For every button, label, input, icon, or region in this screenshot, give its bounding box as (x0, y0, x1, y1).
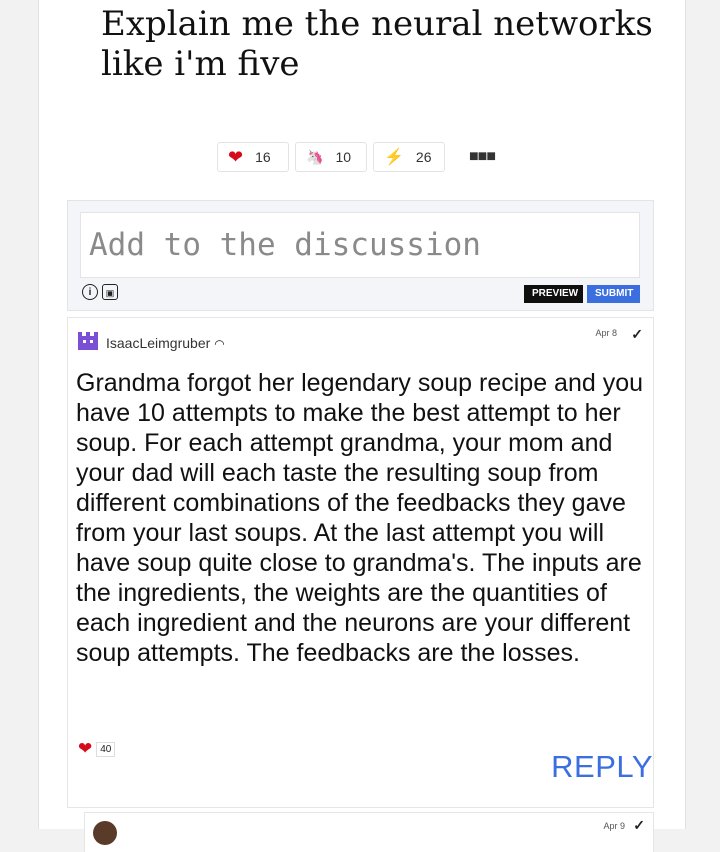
chevron-down-icon[interactable]: ✓ (633, 817, 645, 834)
heart-icon: ❤ (78, 739, 93, 758)
reply-button[interactable]: REPLY (551, 749, 653, 785)
preview-button[interactable]: PREVIEW (524, 285, 583, 303)
comment-date: Apr 9 (603, 821, 625, 831)
submit-button[interactable]: SUBMIT (587, 285, 640, 303)
reaction-bar: ❤ 16 🦄 10 ⚡ 26 ■■■ (217, 142, 496, 172)
bookmark-reaction-button[interactable]: ⚡ 26 (373, 142, 445, 172)
comment-composer: i ▣ PREVIEW SUBMIT (67, 200, 654, 311)
unicorn-icon: 🦄 (306, 148, 324, 165)
next-comment-card: Apr 9 ✓ (84, 812, 654, 852)
post-title: Explain me the neural networks like i'm … (101, 4, 653, 84)
more-options-icon[interactable]: ■■■ (469, 148, 496, 166)
composer-tools: i ▣ (82, 284, 118, 300)
comment-card: IsaacLeimgruber ◠ Apr 8 ✓ Grandma forgot … (67, 317, 654, 808)
info-icon[interactable]: i (82, 284, 98, 300)
comment-input[interactable] (80, 212, 640, 278)
like-reaction-button[interactable]: ❤ 16 (217, 142, 289, 172)
image-upload-icon[interactable]: ▣ (102, 284, 118, 300)
comment-like-count: 40 (96, 741, 116, 757)
heart-icon: ❤ (228, 146, 244, 167)
unicorn-count: 10 (335, 149, 352, 165)
author-name[interactable]: IsaacLeimgruber (106, 335, 210, 351)
like-count: 16 (255, 149, 271, 165)
comment-like-button[interactable]: ❤ 40 (78, 739, 116, 759)
comment-date: Apr 8 (595, 328, 617, 338)
avatar (78, 332, 98, 350)
avatar (93, 821, 117, 845)
github-icon[interactable]: ◠ (214, 337, 224, 351)
comment-body: Grandma forgot her legendary soup recipe… (76, 369, 644, 667)
bookmark-count: 26 (415, 149, 432, 165)
bookmark-icon: ⚡ (384, 149, 404, 166)
unicorn-reaction-button[interactable]: 🦄 10 (295, 142, 367, 172)
chevron-down-icon[interactable]: ✓ (631, 326, 643, 343)
comment-author[interactable]: IsaacLeimgruber ◠ (106, 335, 225, 351)
